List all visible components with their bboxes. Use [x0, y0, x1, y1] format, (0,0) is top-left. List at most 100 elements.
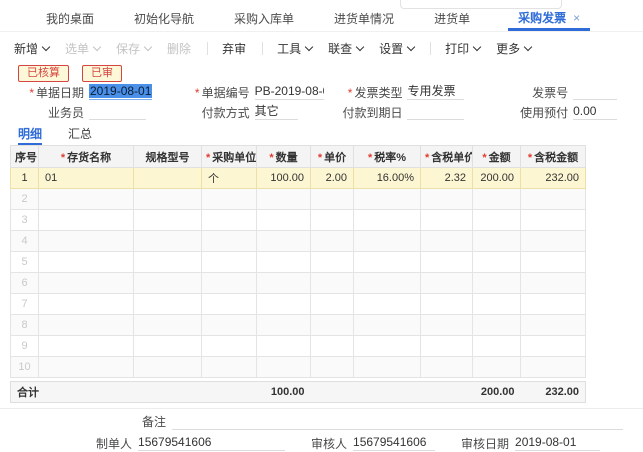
grid-cell[interactable] — [421, 252, 473, 273]
grid-cell[interactable] — [311, 231, 354, 252]
grid-cell[interactable] — [39, 273, 134, 294]
grid-cell[interactable] — [521, 189, 586, 210]
grid-cell[interactable] — [311, 357, 354, 378]
grid-cell[interactable] — [39, 231, 134, 252]
grid-cell[interactable] — [202, 252, 257, 273]
form-field-value[interactable]: 专用发票 — [407, 84, 464, 100]
grid-cell[interactable] — [311, 315, 354, 336]
grid-cell[interactable] — [354, 252, 421, 273]
grid-cell[interactable] — [202, 294, 257, 315]
grid-cell[interactable] — [421, 315, 473, 336]
window-tab-4[interactable]: 进货单 — [432, 7, 472, 31]
grid-cell[interactable] — [39, 189, 134, 210]
grid-cell[interactable] — [421, 189, 473, 210]
form-field-value[interactable]: 其它 — [255, 104, 299, 120]
grid-cell[interactable] — [354, 231, 421, 252]
grid-cell[interactable] — [311, 210, 354, 231]
window-tab-5[interactable]: 采购发票× — [508, 6, 590, 31]
grid-cell[interactable] — [473, 231, 521, 252]
grid-cell[interactable]: 200.00 — [473, 168, 521, 189]
grid-cell[interactable] — [257, 315, 311, 336]
toolbar-button-11[interactable]: 打印 — [445, 40, 480, 57]
grid-cell[interactable]: 2.32 — [421, 168, 473, 189]
grid-cell[interactable]: 100.00 — [257, 168, 311, 189]
grid-cell[interactable] — [202, 189, 257, 210]
grid-cell[interactable] — [257, 294, 311, 315]
form-field-value[interactable] — [89, 104, 146, 120]
grid-cell[interactable]: 232.00 — [521, 168, 586, 189]
toolbar-button-0[interactable]: 新增 — [14, 40, 49, 57]
detail-tab-0[interactable]: 明细 — [18, 125, 42, 145]
grid-cell[interactable] — [473, 357, 521, 378]
toolbar-button-7[interactable]: 工具 — [277, 40, 312, 57]
grid-cell[interactable] — [354, 336, 421, 357]
grid-cell[interactable] — [311, 189, 354, 210]
grid-cell[interactable] — [134, 210, 202, 231]
grid-cell[interactable] — [134, 336, 202, 357]
grid-cell[interactable] — [421, 357, 473, 378]
toolbar-button-12[interactable]: 更多 — [496, 40, 531, 57]
grid-cell[interactable] — [473, 315, 521, 336]
grid-cell[interactable] — [473, 294, 521, 315]
toolbar-button-9[interactable]: 设置 — [379, 40, 414, 57]
form-field-value[interactable]: PB-2019-08-0001 — [255, 84, 325, 100]
grid-cell[interactable] — [134, 273, 202, 294]
grid-cell[interactable] — [134, 315, 202, 336]
grid-cell[interactable] — [354, 294, 421, 315]
grid-cell[interactable] — [521, 231, 586, 252]
grid-cell[interactable] — [39, 252, 134, 273]
grid-cell[interactable]: 个 — [202, 168, 257, 189]
grid-cell[interactable] — [521, 315, 586, 336]
window-tab-1[interactable]: 初始化导航 — [132, 7, 196, 31]
grid-cell[interactable] — [354, 189, 421, 210]
grid-cell[interactable] — [39, 210, 134, 231]
grid-cell[interactable] — [521, 294, 586, 315]
grid-cell[interactable] — [354, 210, 421, 231]
grid-cell[interactable] — [421, 294, 473, 315]
grid-cell[interactable] — [134, 252, 202, 273]
grid-cell[interactable] — [311, 273, 354, 294]
form-field-value[interactable]: 2019-08-01 — [89, 84, 152, 100]
grid-cell[interactable]: 01 — [39, 168, 134, 189]
close-tab-icon[interactable]: × — [573, 11, 580, 25]
grid-cell[interactable] — [39, 357, 134, 378]
form-field-value[interactable]: 0.00 — [573, 104, 617, 120]
form-field-value[interactable] — [573, 84, 617, 100]
grid-cell[interactable] — [134, 189, 202, 210]
grid-cell[interactable] — [39, 315, 134, 336]
grid-cell[interactable] — [354, 315, 421, 336]
grid-cell[interactable] — [354, 273, 421, 294]
grid-cell[interactable] — [421, 336, 473, 357]
grid-cell[interactable] — [311, 252, 354, 273]
grid-cell[interactable] — [202, 210, 257, 231]
grid-cell[interactable] — [521, 252, 586, 273]
grid-cell[interactable] — [521, 336, 586, 357]
window-tab-0[interactable]: 我的桌面 — [44, 7, 96, 31]
grid-cell[interactable] — [202, 273, 257, 294]
grid-cell[interactable] — [257, 336, 311, 357]
grid-cell[interactable]: 16.00% — [354, 168, 421, 189]
grid-cell[interactable] — [257, 252, 311, 273]
grid-cell[interactable] — [473, 252, 521, 273]
grid-cell[interactable] — [257, 231, 311, 252]
grid-cell[interactable] — [521, 357, 586, 378]
grid-cell[interactable] — [473, 336, 521, 357]
form-field-value[interactable] — [407, 104, 464, 120]
grid-cell[interactable] — [202, 357, 257, 378]
note-input[interactable] — [172, 414, 623, 430]
grid-cell[interactable] — [473, 189, 521, 210]
toolbar-button-8[interactable]: 联查 — [328, 40, 363, 57]
grid-cell[interactable] — [311, 336, 354, 357]
grid-cell[interactable] — [134, 294, 202, 315]
grid-cell[interactable] — [257, 189, 311, 210]
grid-cell[interactable]: 1 — [11, 168, 39, 189]
grid-cell[interactable] — [134, 357, 202, 378]
grid-cell[interactable] — [257, 210, 311, 231]
grid-cell[interactable] — [39, 336, 134, 357]
toolbar-button-5[interactable]: 弃审 — [222, 40, 246, 57]
window-tab-3[interactable]: 进货单情况 — [332, 7, 396, 31]
grid-cell[interactable] — [202, 231, 257, 252]
grid-cell[interactable] — [473, 210, 521, 231]
grid-cell[interactable] — [521, 210, 586, 231]
grid-cell[interactable] — [257, 357, 311, 378]
